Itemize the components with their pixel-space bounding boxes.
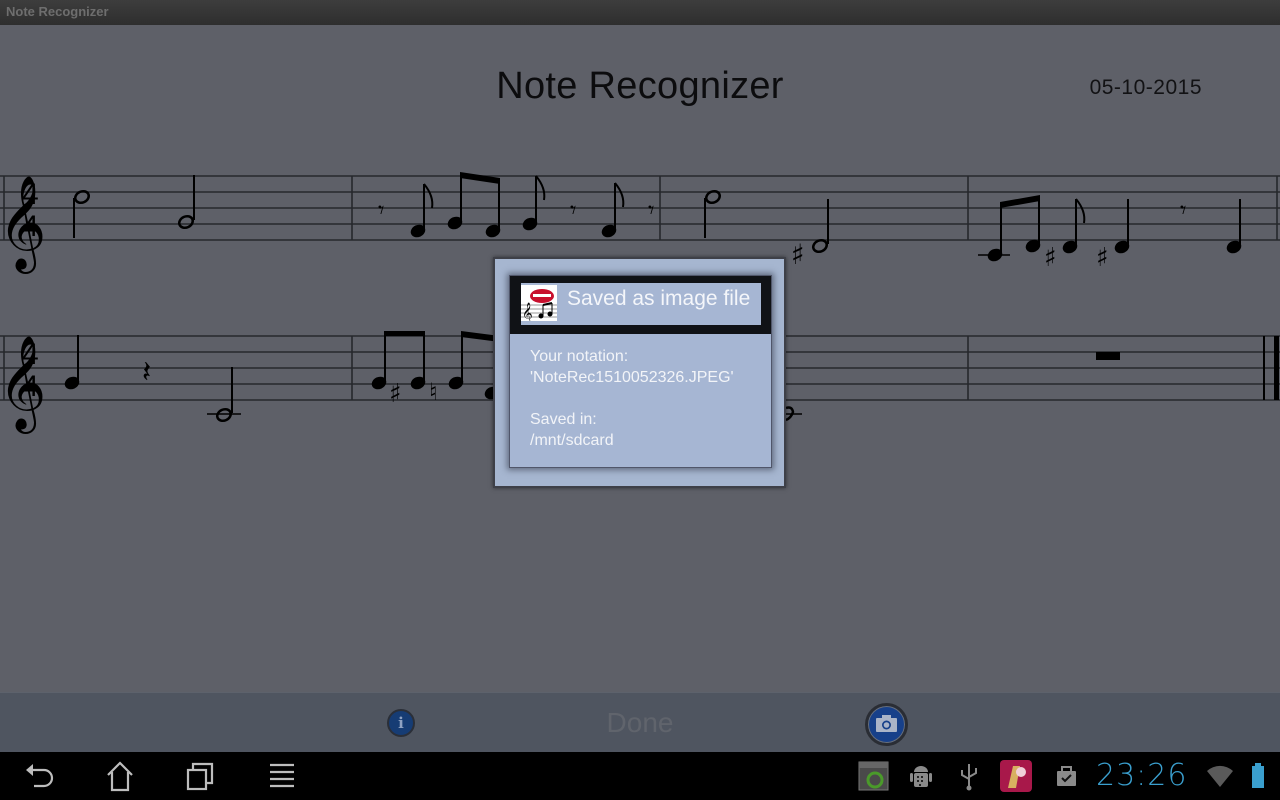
natural-icon: ♮: [429, 378, 438, 406]
note-eighth-beamed: [447, 172, 501, 238]
svg-text:4: 4: [22, 178, 39, 211]
info-icon: i: [398, 714, 404, 732]
note-half: [177, 175, 195, 230]
eighth-rest: 𝄾: [1180, 196, 1186, 224]
note-half: [785, 406, 802, 422]
staff-1-lines: [0, 175, 1280, 241]
bottom-toolbar: i Done: [0, 692, 1280, 752]
menu-icon[interactable]: [264, 760, 300, 792]
eighth-rest: 𝄾: [570, 196, 576, 224]
svg-text:4: 4: [22, 210, 39, 243]
usb-icon[interactable]: [953, 760, 985, 792]
done-button[interactable]: Done: [590, 706, 690, 740]
status-clock: 23:26: [1096, 758, 1188, 793]
dialog-header: 𝄞 Saved as image file: [510, 276, 771, 334]
home-icon[interactable]: [102, 760, 138, 792]
note-recognizer-logo-icon: 𝄞: [521, 285, 557, 321]
note-half: [73, 189, 91, 238]
note-half: [811, 199, 829, 254]
sharp-icon: ♯: [1044, 243, 1057, 273]
note-half: [207, 367, 241, 423]
screenshot-icon[interactable]: [858, 760, 890, 792]
notation-label: Your notation:: [530, 348, 629, 365]
app-notification-icon[interactable]: [1000, 760, 1032, 792]
sharp-icon: ♯: [791, 238, 805, 271]
info-button[interactable]: i: [387, 709, 415, 737]
dialog-title: Saved as image file: [567, 287, 751, 310]
notation-file: 'NoteRec1510052326.JPEG': [530, 369, 734, 386]
time-signature: 44 44: [22, 178, 39, 403]
sharp-icon: ♯: [1096, 243, 1109, 273]
store-update-icon[interactable]: [1050, 760, 1082, 792]
android-debug-icon[interactable]: [905, 760, 937, 792]
sharp-icon: ♯: [389, 379, 402, 409]
svg-text:𝄞: 𝄞: [522, 303, 533, 321]
camera-button[interactable]: [865, 703, 908, 746]
camera-icon: [876, 715, 897, 732]
whole-rest: [1096, 352, 1120, 360]
system-navbar: 23:26: [0, 752, 1280, 800]
saved-dialog[interactable]: 𝄞 Saved as image file Your notation: 'No…: [509, 275, 772, 468]
svg-text:4: 4: [22, 338, 39, 371]
battery-icon: [1252, 763, 1264, 788]
wifi-icon: [1207, 765, 1233, 787]
dialog-body: Your notation: 'NoteRec1510052326.JPEG' …: [530, 346, 734, 451]
quarter-rest: 𝄽: [142, 355, 151, 390]
note-quarter: [64, 335, 80, 390]
eighth-rest: 𝄾: [378, 196, 384, 224]
saved-in-label: Saved in:: [530, 411, 597, 428]
recent-apps-icon[interactable]: [182, 760, 218, 792]
back-icon[interactable]: [22, 760, 58, 792]
saved-path: /mnt/sdcard: [530, 432, 614, 449]
svg-text:4: 4: [22, 370, 39, 403]
eighth-rest: 𝄾: [648, 196, 654, 224]
note-eighth-beamed: [978, 195, 1041, 262]
note-half: [704, 189, 722, 238]
